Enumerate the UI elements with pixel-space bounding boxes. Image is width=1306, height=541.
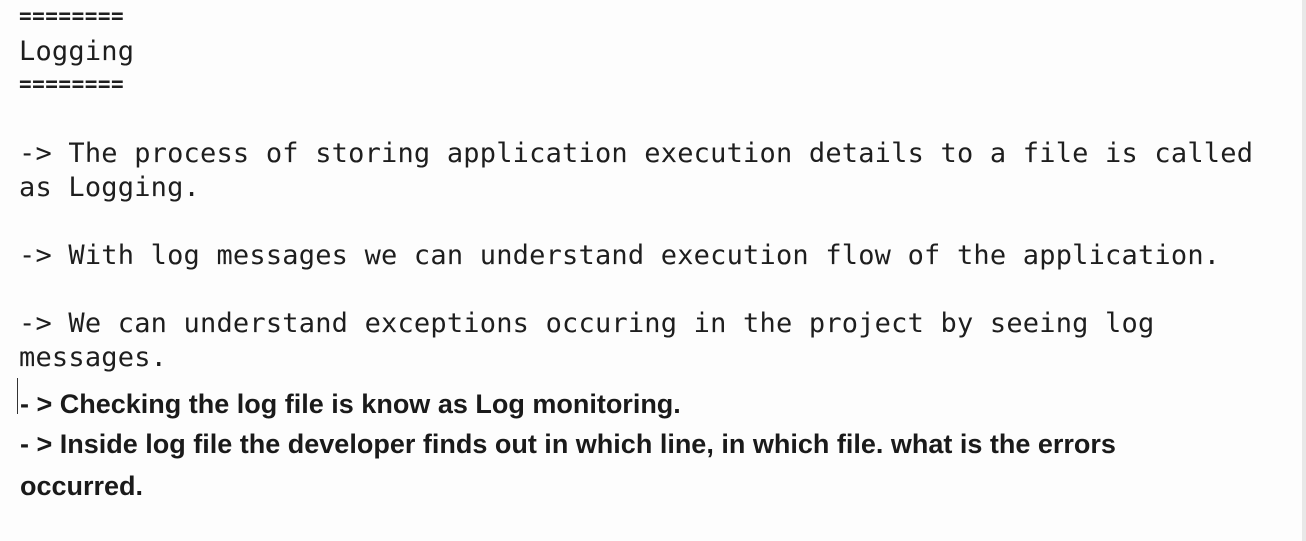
text-line-4: -> We can understand exceptions occuring… (19, 308, 1155, 339)
window-edge (1302, 0, 1306, 541)
heading-rule-top: ======== (19, 4, 125, 28)
text-line-3: -> With log messages we can understand e… (19, 240, 1221, 271)
heading-logging: Logging (19, 36, 135, 67)
bold-line-2: - > Inside log file the developer finds … (20, 429, 1116, 459)
bold-line-1: - > Checking the log file is know as Log… (20, 389, 681, 419)
heading-rule-bottom: ======== (19, 72, 125, 96)
text-line-5: messages. (19, 342, 168, 373)
text-line-2: as Logging. (19, 172, 201, 203)
bold-line-3: occurred. (20, 471, 144, 501)
document-page: ======== Logging ======== -> The process… (0, 0, 1306, 541)
text-cursor[interactable] (17, 378, 18, 414)
text-line-1: -> The process of storing application ex… (19, 138, 1254, 169)
